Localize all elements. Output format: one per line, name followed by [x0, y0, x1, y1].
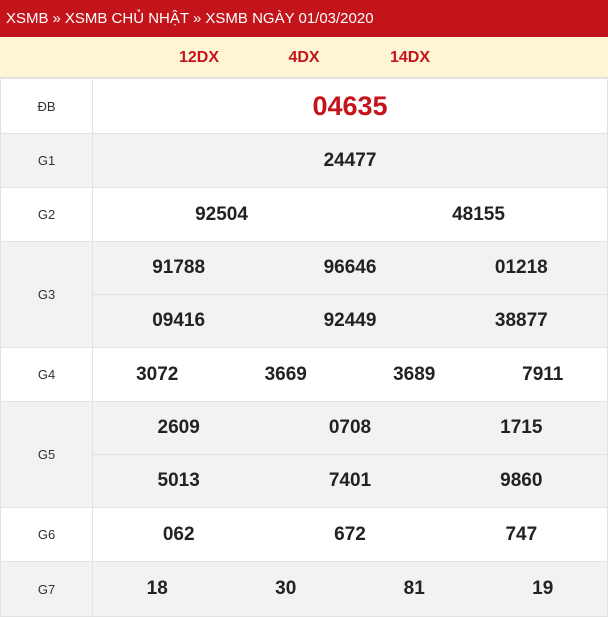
- prize-number: 7401: [328, 470, 372, 491]
- prize-number: 3689: [393, 363, 436, 385]
- prize-number: 81: [403, 578, 425, 599]
- special-prize-number: 04635: [312, 90, 388, 121]
- prize-number: 92504: [195, 203, 248, 225]
- prize-values-g7: 18 30 81 19: [92, 561, 608, 617]
- prize-values-g3: 91788 96646 01218 09416 92449 38877: [92, 241, 608, 348]
- breadcrumb-xsmb-sunday[interactable]: XSMB CHỦ NHẬT: [65, 10, 189, 27]
- prize-values-g6: 062 672 747: [92, 507, 608, 562]
- prize-values-g2: 92504 48155: [92, 187, 608, 242]
- prize-number: 1715: [500, 417, 543, 438]
- prize-number: 24477: [323, 149, 377, 171]
- prize-number: 3072: [136, 363, 179, 385]
- prize-row-g2: G2 92504 48155: [0, 187, 608, 242]
- prize-row-g6: G6 062 672 747: [0, 507, 608, 562]
- prize-number: 062: [162, 523, 195, 545]
- breadcrumb-separator: »: [52, 10, 61, 27]
- draw-code-1: 12DX: [178, 49, 220, 66]
- prize-number: 38877: [494, 310, 548, 331]
- prize-values-g4: 3072 3669 3689 7911: [92, 347, 608, 402]
- prize-number: 91788: [152, 257, 206, 278]
- breadcrumb: XSMB» XSMB CHỦ NHẬT» XSMB NGÀY 01/03/2020: [0, 0, 608, 37]
- prize-values-g1: 24477: [92, 133, 608, 188]
- prize-number: 92449: [323, 310, 377, 331]
- prize-label-g4: G4: [0, 347, 93, 402]
- prize-values-db: 04635: [92, 78, 608, 134]
- prize-number: 7911: [522, 363, 564, 385]
- prize-number: 30: [275, 578, 297, 599]
- prize-number: 5013: [157, 470, 200, 491]
- prize-row-db: ĐB 04635: [0, 78, 608, 134]
- prize-label-db: ĐB: [0, 78, 93, 134]
- prize-number: 672: [334, 523, 366, 545]
- prize-number: 9860: [500, 470, 543, 491]
- prize-number: 96646: [323, 257, 377, 278]
- prize-values-g5: 2609 0708 1715 5013 7401 9860: [92, 401, 608, 508]
- prize-label-g2: G2: [0, 187, 93, 242]
- results-table: ĐB 04635 G1 24477 G2 92504 48155 G3 9178…: [0, 78, 608, 617]
- prize-number: 18: [146, 578, 168, 599]
- breadcrumb-xsmb[interactable]: XSMB: [6, 10, 49, 27]
- prize-number: 48155: [452, 203, 505, 225]
- breadcrumb-xsmb-date[interactable]: XSMB NGÀY 01/03/2020: [205, 10, 373, 27]
- prize-row-g3: G3 91788 96646 01218 09416 92449 38877: [0, 241, 608, 348]
- prize-number: 3669: [264, 363, 307, 385]
- prize-number: 09416: [152, 310, 206, 331]
- prize-number: 01218: [494, 257, 548, 278]
- breadcrumb-separator: »: [193, 10, 202, 27]
- prize-row-g5: G5 2609 0708 1715 5013 7401 9860: [0, 401, 608, 508]
- draw-code-3: 14DX: [389, 49, 431, 66]
- prize-row-g1: G1 24477: [0, 133, 608, 188]
- prize-row-g7: G7 18 30 81 19: [0, 561, 608, 617]
- prize-label-g1: G1: [0, 133, 93, 188]
- prize-number: 0708: [328, 417, 372, 438]
- prize-label-g3: G3: [0, 241, 93, 348]
- prize-label-g6: G6: [0, 507, 93, 562]
- prize-label-g7: G7: [0, 561, 93, 617]
- prize-number: 2609: [157, 417, 200, 438]
- prize-label-g5: G5: [0, 401, 93, 508]
- prize-number: 19: [532, 578, 554, 599]
- prize-number: 747: [505, 523, 538, 545]
- draw-codes-bar: 12DX 4DX 14DX: [0, 37, 608, 78]
- draw-code-2: 4DX: [288, 49, 320, 66]
- prize-row-g4: G4 3072 3669 3689 7911: [0, 347, 608, 402]
